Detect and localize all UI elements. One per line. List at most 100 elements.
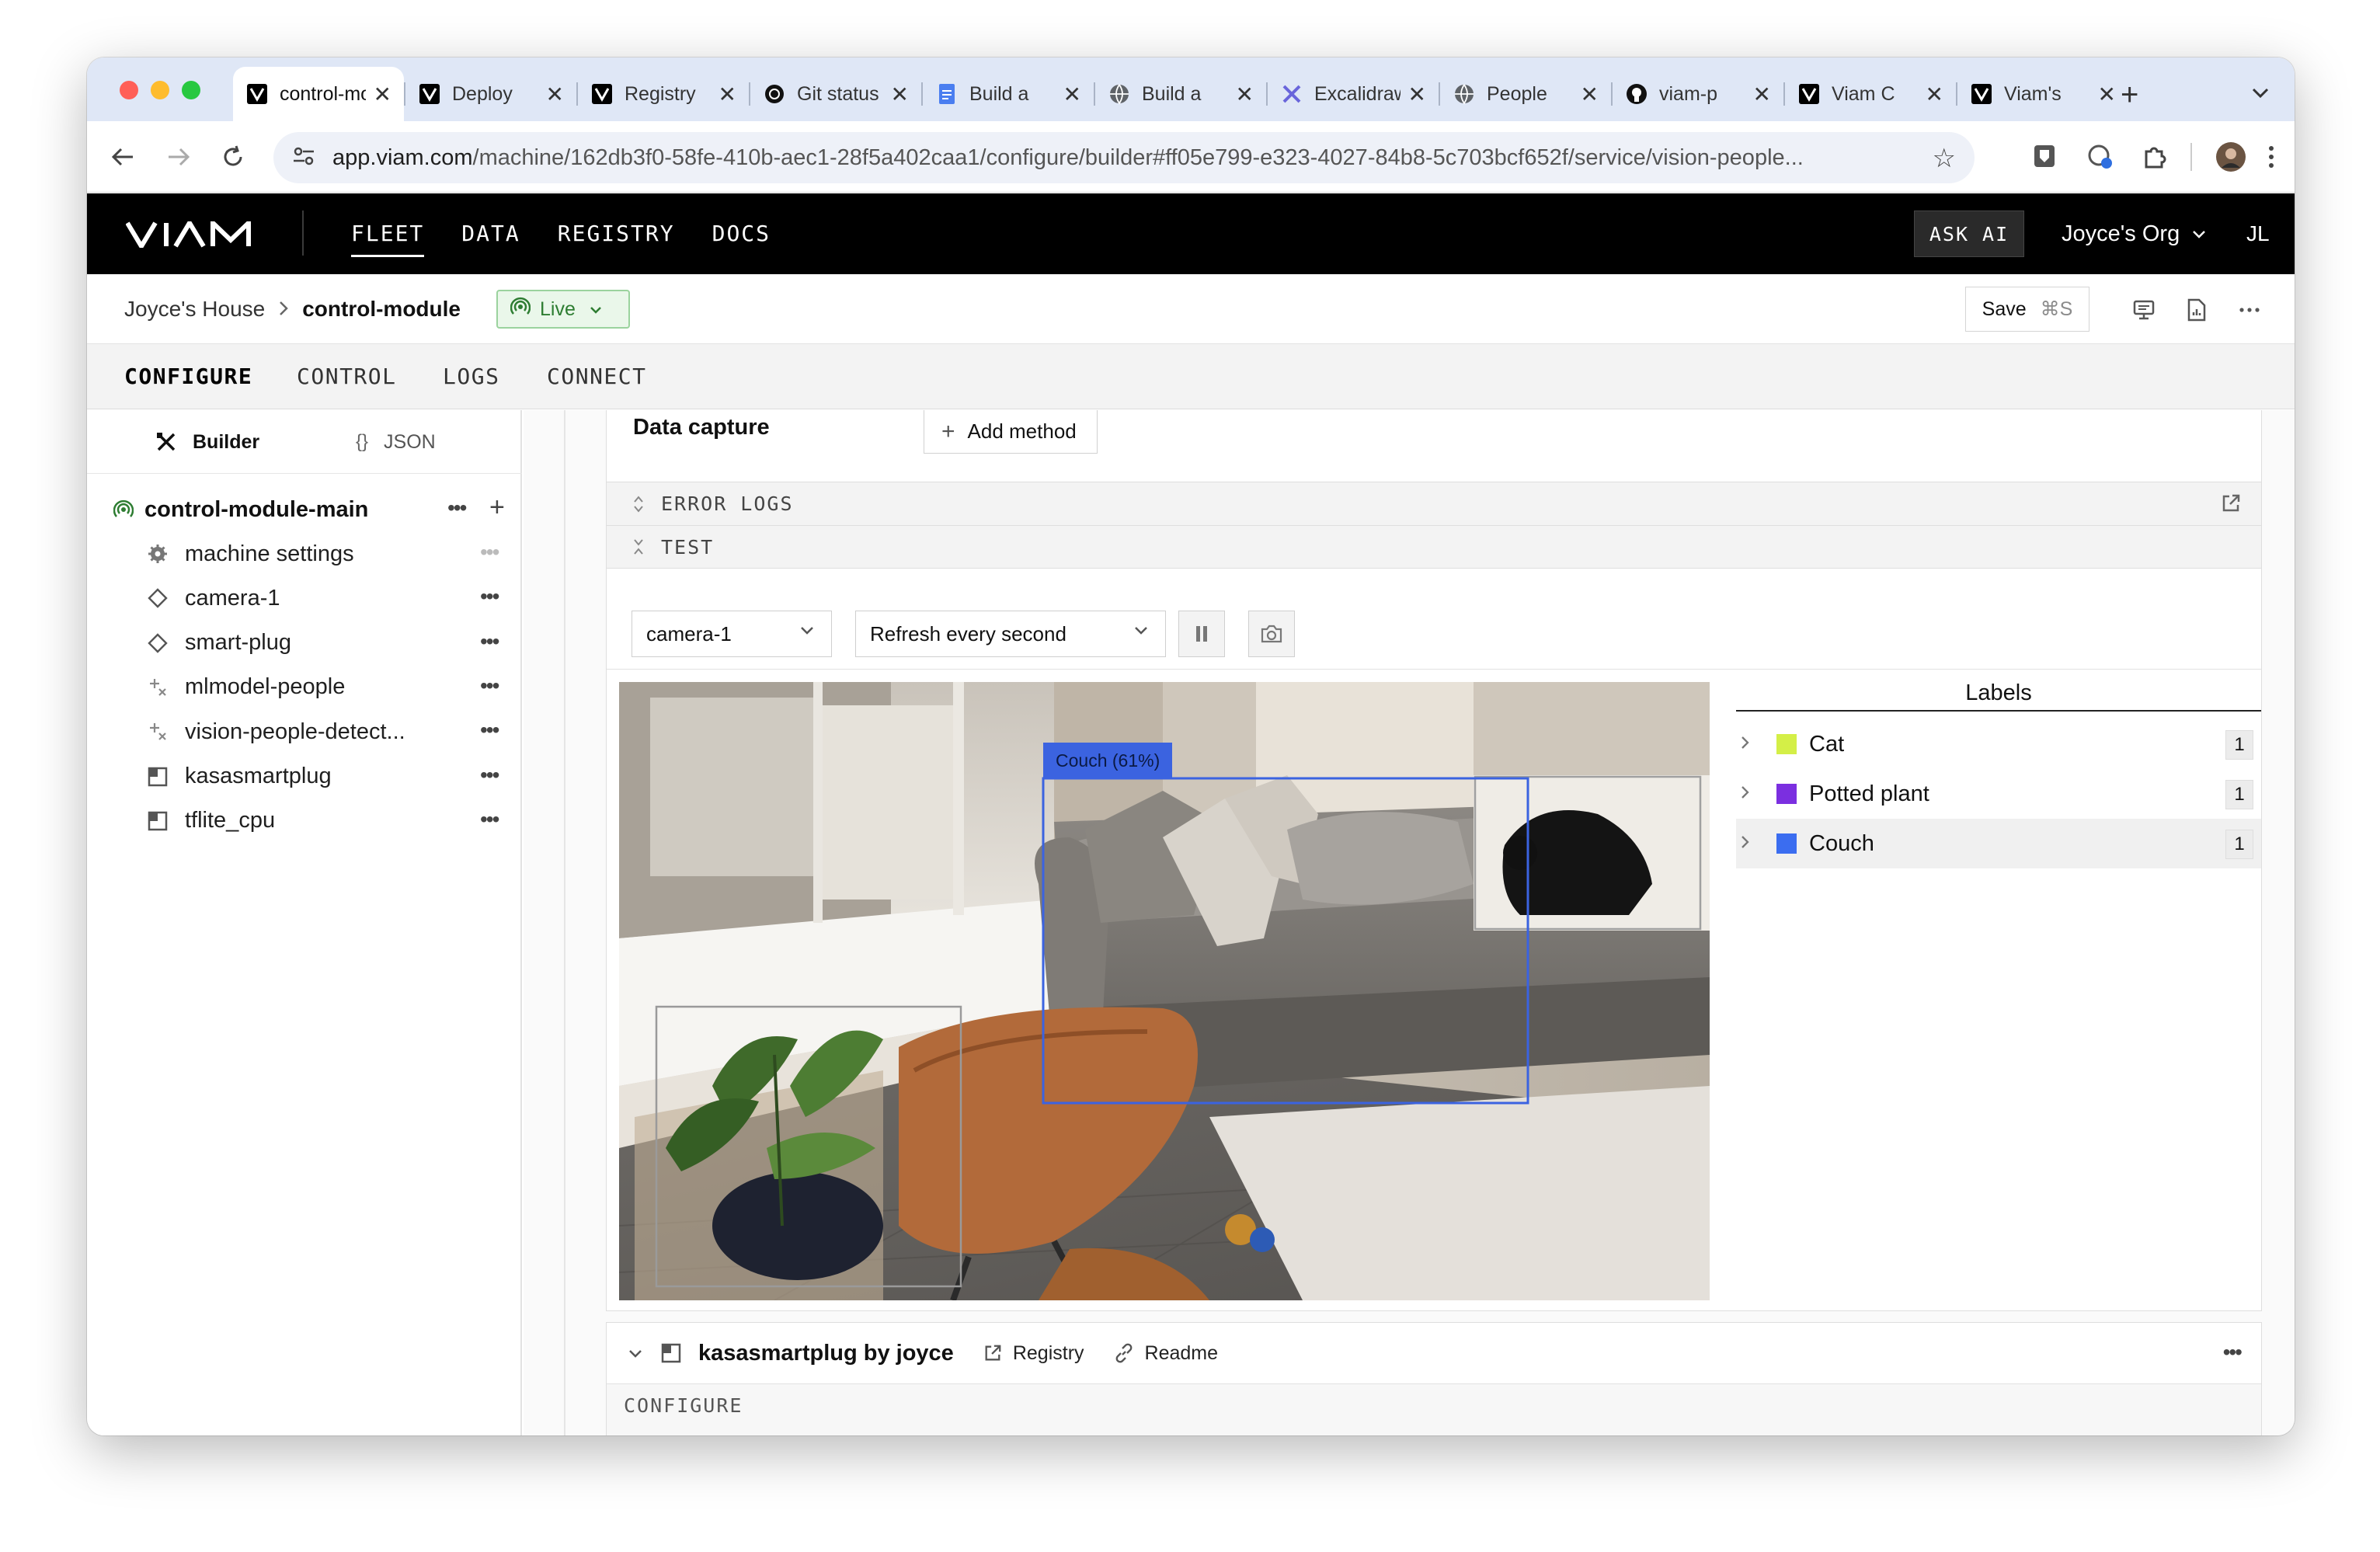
monitor-icon[interactable] — [2128, 294, 2159, 325]
close-tab-icon[interactable]: ✕ — [2098, 82, 2116, 107]
new-tab-button[interactable]: + — [2121, 78, 2138, 113]
error-logs-section[interactable]: ERROR LOGS — [607, 482, 2261, 525]
close-tab-icon[interactable]: ✕ — [374, 82, 391, 107]
browser-tab[interactable]: Excalidraw ✕ — [1268, 67, 1439, 121]
ask-ai-button[interactable]: ASK AI — [1914, 211, 2024, 257]
sidebar-item-label: machine settings — [185, 541, 354, 566]
sidebar-item-kasasmartplug[interactable]: kasasmartplug ••• — [146, 755, 503, 799]
tab-control[interactable]: CONTROL — [297, 344, 397, 409]
browser-menu-icon[interactable] — [2256, 141, 2287, 172]
close-tab-icon[interactable]: ✕ — [1063, 82, 1081, 107]
save-button[interactable]: Save ⌘S — [1965, 287, 2089, 332]
more-options-icon[interactable] — [2234, 294, 2265, 325]
more-options-icon[interactable]: ••• — [447, 496, 467, 520]
kasasmartplug-card-header[interactable]: kasasmartplug by joyce Registry Readme •… — [607, 1323, 2261, 1383]
add-resource-button[interactable]: + — [489, 492, 505, 523]
pause-button[interactable] — [1178, 611, 1225, 657]
more-options-icon[interactable]: ••• — [480, 629, 499, 654]
registry-link[interactable]: Registry — [983, 1342, 1084, 1365]
browser-tab[interactable]: viam-p ✕ — [1613, 67, 1783, 121]
sidebar-item-vision-people-detect[interactable]: vision-people-detect... ••• — [146, 710, 503, 753]
module-square-icon — [146, 765, 169, 788]
nav-docs[interactable]: DOCS — [712, 193, 771, 274]
builder-mode-button[interactable]: Builder — [155, 410, 259, 474]
sidebar-item-machine-settings[interactable]: machine settings ••• — [146, 532, 503, 576]
label-name: Potted plant — [1809, 781, 1929, 806]
sidebar-item-mlmodel-people[interactable]: mlmodel-people ••• — [146, 666, 503, 709]
more-options-icon[interactable]: ••• — [480, 763, 499, 788]
viam-logo[interactable] — [125, 217, 258, 252]
back-arrow-icon[interactable] — [106, 140, 140, 174]
nav-registry[interactable]: REGISTRY — [558, 193, 675, 274]
close-window-button[interactable] — [120, 81, 138, 99]
org-selector[interactable]: Joyce's Org — [2062, 193, 2206, 274]
browser-tab[interactable]: Build a ✕ — [923, 67, 1094, 121]
more-options-icon[interactable]: ••• — [480, 584, 499, 609]
close-tab-icon[interactable]: ✕ — [546, 82, 564, 107]
label-row-potted-plant[interactable]: Potted plant 1 — [1736, 769, 2261, 819]
user-initials[interactable]: JL — [2246, 193, 2270, 274]
document-chart-icon[interactable] — [2181, 294, 2212, 325]
forward-arrow-icon[interactable] — [162, 140, 196, 174]
refresh-rate-select[interactable]: Refresh every second — [855, 611, 1166, 657]
more-options-icon[interactable]: ••• — [480, 540, 499, 565]
more-options-icon[interactable]: ••• — [2223, 1340, 2243, 1365]
browser-tab[interactable]: control-module ✕ — [233, 67, 404, 121]
reload-icon[interactable] — [216, 140, 250, 174]
sidebar-item-camera-1[interactable]: camera-1 ••• — [146, 576, 503, 620]
bookmark-star-icon[interactable]: ☆ — [1933, 143, 1956, 174]
extension-badge-icon[interactable] — [2085, 141, 2116, 172]
chevron-down-icon — [800, 622, 814, 640]
breadcrumb-location[interactable]: Joyce's House — [124, 297, 265, 322]
close-tab-icon[interactable]: ✕ — [719, 82, 736, 107]
chevron-down-icon[interactable] — [628, 1343, 642, 1363]
site-info-icon[interactable] — [292, 146, 315, 170]
maximize-window-button[interactable] — [182, 81, 200, 99]
label-color-swatch — [1776, 784, 1797, 804]
more-options-icon[interactable]: ••• — [480, 718, 499, 743]
nav-data[interactable]: DATA — [461, 193, 520, 274]
close-tab-icon[interactable]: ✕ — [1236, 82, 1254, 107]
close-tab-icon[interactable]: ✕ — [1581, 82, 1599, 107]
browser-tab[interactable]: Registry ✕ — [578, 67, 749, 121]
extensions-puzzle-icon[interactable] — [2139, 141, 2170, 172]
docs-icon — [935, 82, 959, 106]
tab-list-chevron-icon[interactable] — [2243, 76, 2277, 110]
external-link-icon[interactable] — [2221, 493, 2241, 517]
browser-tab[interactable]: Build a ✕ — [1095, 67, 1266, 121]
close-tab-icon[interactable]: ✕ — [891, 82, 909, 107]
bitwarden-extension-icon[interactable] — [2029, 141, 2060, 172]
close-tab-icon[interactable]: ✕ — [1753, 82, 1771, 107]
close-tab-icon[interactable]: ✕ — [1408, 82, 1426, 107]
browser-tab[interactable]: Deploy ✕ — [405, 67, 576, 121]
plus-icon: + — [941, 418, 955, 444]
tree-root-part[interactable]: control-module-main ••• + — [113, 488, 517, 531]
camera-select[interactable]: camera-1 — [632, 611, 832, 657]
browser-tab[interactable]: People ✕ — [1440, 67, 1611, 121]
browser-tab[interactable]: Viam C ✕ — [1785, 67, 1956, 121]
browser-tab[interactable]: Git status ✕ — [750, 67, 921, 121]
close-tab-icon[interactable]: ✕ — [1926, 82, 1943, 107]
sidebar-item-tflite-cpu[interactable]: tflite_cpu ••• — [146, 799, 503, 843]
test-section[interactable]: TEST — [607, 525, 2261, 569]
snapshot-button[interactable] — [1248, 611, 1295, 657]
more-options-icon[interactable]: ••• — [480, 673, 499, 698]
tab-configure[interactable]: CONFIGURE — [124, 344, 252, 409]
label-row-cat[interactable]: Cat 1 — [1736, 719, 2261, 769]
couch-label-text: Couch (61%) — [1056, 750, 1160, 771]
profile-avatar[interactable] — [2215, 141, 2246, 172]
address-bar[interactable]: app.viam.com/machine/162db3f0-58fe-410b-… — [273, 132, 1975, 183]
json-mode-button[interactable]: {} JSON — [356, 410, 436, 474]
nav-fleet[interactable]: FLEET — [351, 193, 425, 274]
minimize-window-button[interactable] — [151, 81, 169, 99]
openai-icon — [763, 82, 786, 106]
more-options-icon[interactable]: ••• — [480, 807, 499, 832]
sidebar-item-smart-plug[interactable]: smart-plug ••• — [146, 621, 503, 665]
live-status-selector[interactable]: Live — [496, 290, 630, 329]
label-row-couch[interactable]: Couch 1 — [1736, 819, 2261, 868]
add-method-button[interactable]: + Add method — [924, 410, 1098, 454]
readme-link[interactable]: Readme — [1114, 1342, 1218, 1365]
browser-tab[interactable]: Viam's ✕ — [1957, 67, 2128, 121]
tab-connect[interactable]: CONNECT — [547, 344, 647, 409]
tab-logs[interactable]: LOGS — [443, 344, 499, 409]
